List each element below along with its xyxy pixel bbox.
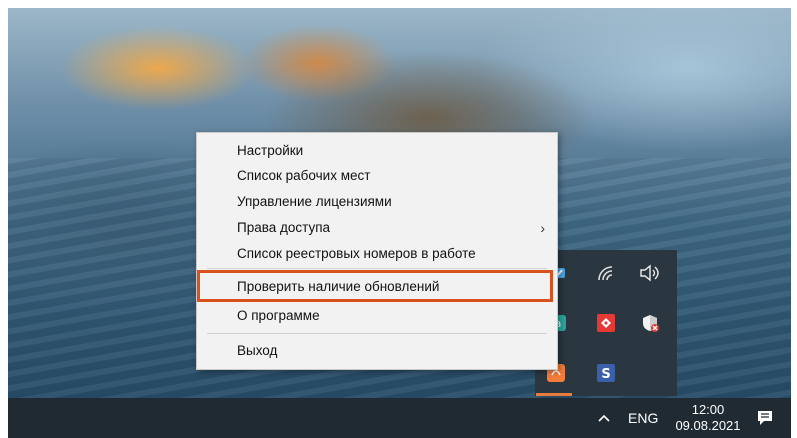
tray-active-indicator: [536, 393, 572, 396]
wifi-icon[interactable]: [595, 262, 617, 284]
volume-icon[interactable]: [639, 262, 661, 284]
show-hidden-icons-chevron-icon[interactable]: [596, 410, 612, 426]
submenu-arrow-icon: ›: [540, 220, 545, 236]
security-warning-icon[interactable]: [639, 312, 661, 334]
s-app-icon[interactable]: S: [595, 362, 617, 384]
menu-item-access-rights[interactable]: Права доступа: [237, 218, 330, 238]
menu-item-workstations[interactable]: Список рабочих мест: [237, 166, 370, 186]
input-language-indicator[interactable]: ENG: [628, 410, 658, 426]
menu-item-licenses[interactable]: Управление лицензиями: [237, 192, 392, 212]
context-menu: Настройки Список рабочих мест Управление…: [196, 132, 558, 370]
menu-separator: [207, 268, 547, 269]
menu-item-check-updates[interactable]: Проверить наличие обновлений: [237, 277, 439, 297]
menu-item-registry-numbers[interactable]: Список реестровых номеров в работе: [237, 244, 476, 264]
svg-text:S: S: [601, 367, 610, 382]
menu-item-about[interactable]: О программе: [237, 306, 320, 326]
clock-time: 12:00: [691, 402, 725, 417]
anydesk-icon[interactable]: [595, 312, 617, 334]
menu-item-settings[interactable]: Настройки: [237, 141, 303, 161]
menu-item-exit[interactable]: Выход: [237, 341, 277, 361]
clock-date: 09.08.2021: [675, 418, 741, 433]
taskbar: ENG 12:00 09.08.2021: [8, 398, 791, 438]
action-center-icon[interactable]: [756, 409, 774, 427]
menu-separator: [207, 333, 547, 334]
taskbar-clock[interactable]: 12:00 09.08.2021: [668, 402, 748, 434]
